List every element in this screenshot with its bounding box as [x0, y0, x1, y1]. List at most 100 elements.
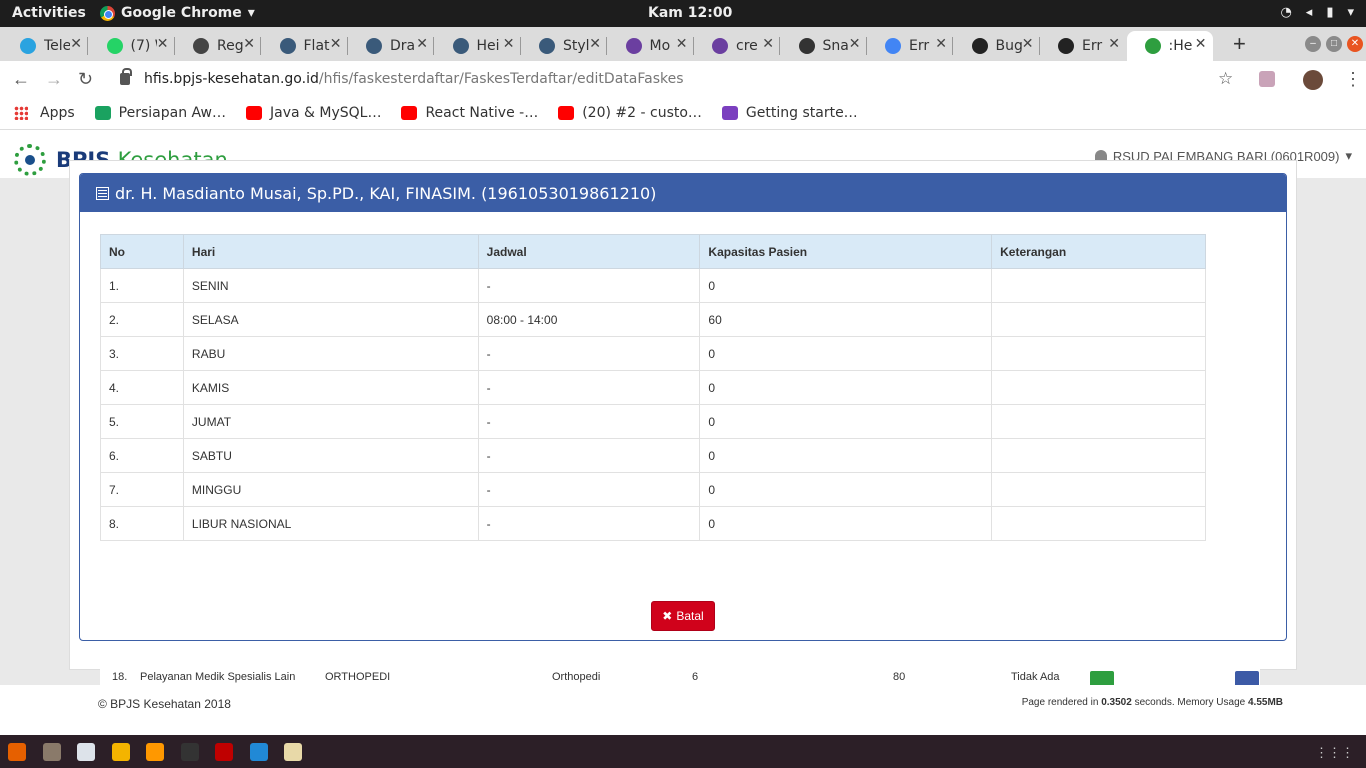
clock[interactable]: Kam 12:00	[648, 5, 732, 21]
browser-tab[interactable]: (7) W✕	[89, 31, 175, 61]
table-cell: 1.	[100, 268, 184, 303]
table-cell: 8.	[100, 506, 184, 541]
tab-close-icon[interactable]: ✕	[70, 36, 82, 52]
bookmark-star-icon[interactable]: ☆	[1218, 69, 1233, 89]
tab-close-icon[interactable]: ✕	[849, 36, 861, 52]
system-tray[interactable]: ◔ ◂ ▮ ▾	[1280, 5, 1354, 20]
table-row: 3. RABU -0	[100, 336, 1206, 371]
browser-tab[interactable]: Reg ✕	[175, 31, 261, 61]
browser-tab[interactable]: Tele ✕	[2, 31, 88, 61]
browser-menu-icon[interactable]: ⋮	[1344, 69, 1362, 90]
table-cell: MINGGU	[182, 472, 479, 507]
table-cell: 3.	[100, 336, 184, 371]
table-cell	[991, 302, 1206, 337]
close-icon: ✖	[662, 609, 673, 623]
bookmark-favicon-icon	[558, 106, 575, 120]
browser-tab[interactable]: Err ✕	[867, 31, 953, 61]
bookmark-item[interactable]: Getting starte…	[721, 105, 858, 121]
terminal-icon[interactable]	[180, 743, 199, 761]
tab-close-icon[interactable]: ✕	[330, 36, 342, 52]
app-name: Google Chrome	[121, 5, 242, 21]
tab-close-icon[interactable]: ✕	[416, 36, 428, 52]
table-cell: SENIN	[182, 268, 479, 303]
browser-tab[interactable]: Styl ✕	[521, 31, 607, 61]
new-tab-button[interactable]: +	[1233, 31, 1246, 57]
tab-favicon-icon	[366, 38, 382, 54]
table-cell	[991, 506, 1206, 541]
browser-tab[interactable]: Err ✕	[1040, 31, 1126, 61]
table-cell: 0	[699, 472, 993, 507]
tab-title: Styl	[563, 38, 589, 54]
chrome-icon[interactable]	[111, 743, 130, 761]
tab-close-icon[interactable]: ✕	[243, 36, 255, 52]
table-cell	[991, 268, 1206, 303]
battery-icon: ▮	[1326, 5, 1334, 20]
tab-close-icon[interactable]: ✕	[157, 36, 169, 52]
browser-tab[interactable]: Sna ✕	[781, 31, 867, 61]
forward-icon[interactable]: →	[45, 69, 63, 90]
tab-close-icon[interactable]: ✕	[589, 36, 601, 52]
tab-close-icon[interactable]: ✕	[676, 36, 688, 52]
close-window-icon[interactable]: ✕	[1347, 36, 1363, 52]
table-row: 6. SABTU -0	[100, 438, 1206, 473]
show-apps-icon[interactable]: ⋮⋮⋮	[1315, 745, 1354, 761]
back-icon[interactable]: ←	[12, 69, 30, 90]
browser-tab[interactable]: Flat ✕	[262, 31, 348, 61]
browser-tab[interactable]: Mo ✕	[608, 31, 694, 61]
column-header: Kapasitas Pasien	[699, 234, 993, 269]
notes-icon[interactable]	[284, 743, 302, 761]
maximize-window-icon[interactable]: □	[1326, 36, 1342, 52]
table-cell: -	[477, 336, 701, 371]
browser-tab[interactable]: cre ✕	[694, 31, 780, 61]
browser-tab[interactable]: Dra ✕	[348, 31, 434, 61]
row-no: 18.	[112, 671, 128, 683]
profile-avatar[interactable]	[1303, 70, 1323, 90]
app-menu[interactable]: Google Chrome ▾	[100, 5, 255, 21]
schedule-modal: dr. H. Masdianto Musai, Sp.PD., KAI, FIN…	[79, 173, 1287, 641]
browser-tab[interactable]: Bug ✕	[954, 31, 1040, 61]
tab-close-icon[interactable]: ✕	[1022, 36, 1034, 52]
column-header: Keterangan	[991, 234, 1206, 269]
address-bar[interactable]: hfis.bpjs-kesehatan.go.id/hfis/faskester…	[108, 65, 1248, 93]
tab-close-icon[interactable]: ✕	[1108, 36, 1120, 52]
bookmark-item[interactable]: Persiapan Aw…	[94, 105, 226, 121]
table-row: 8. LIBUR NASIONAL -0	[100, 506, 1206, 541]
bookmark-label: Java & MySQL…	[269, 105, 382, 121]
row-poli: ORTHOPEDI	[325, 671, 391, 683]
table-cell: -	[477, 404, 701, 439]
firefox-icon[interactable]	[8, 743, 26, 761]
bookmark-item[interactable]: Java & MySQL…	[245, 105, 382, 121]
browser-tab[interactable]: Hei ✕	[435, 31, 521, 61]
minimize-window-icon[interactable]: –	[1305, 36, 1321, 52]
tab-close-icon[interactable]: ✕	[762, 36, 774, 52]
vscode-icon[interactable]	[249, 743, 268, 761]
caret-down-icon: ▾	[1345, 148, 1352, 163]
activities-button[interactable]: Activities	[12, 5, 86, 21]
tab-title: Tele	[44, 38, 70, 54]
table-cell: 60	[699, 302, 993, 337]
tab-favicon-icon	[971, 38, 988, 54]
tab-close-icon[interactable]: ✕	[935, 36, 947, 52]
table-cell: 2.	[100, 302, 184, 337]
apps-shortcut[interactable]: Apps	[14, 105, 75, 121]
background-table-row: 18. Pelayanan Medik Spesialis Lain ORTHO…	[100, 667, 1260, 687]
tab-title: (7) W	[130, 38, 157, 54]
bookmark-favicon-icon	[94, 106, 111, 120]
table-cell: SELASA	[182, 302, 479, 337]
cancel-button[interactable]: ✖ Batal	[651, 601, 715, 631]
sublime-icon[interactable]	[146, 743, 164, 761]
table-cell: 6.	[100, 438, 184, 473]
browser-tab[interactable]: :He ✕	[1126, 31, 1213, 61]
column-header: Jadwal	[477, 234, 701, 269]
table-cell: 0	[699, 336, 993, 371]
filezilla-icon[interactable]	[215, 743, 233, 761]
reload-icon[interactable]: ↻	[78, 69, 93, 90]
text-editor-icon[interactable]	[77, 743, 95, 761]
files-icon[interactable]	[42, 743, 61, 761]
tab-close-icon[interactable]: ✕	[503, 36, 515, 52]
bookmark-item[interactable]: (20) #2 - custo…	[558, 105, 702, 121]
extension-icon[interactable]	[1259, 71, 1275, 87]
bookmark-item[interactable]: React Native -…	[401, 105, 538, 121]
tab-close-icon[interactable]: ✕	[1195, 36, 1207, 52]
tab-title: Bug	[995, 38, 1022, 54]
